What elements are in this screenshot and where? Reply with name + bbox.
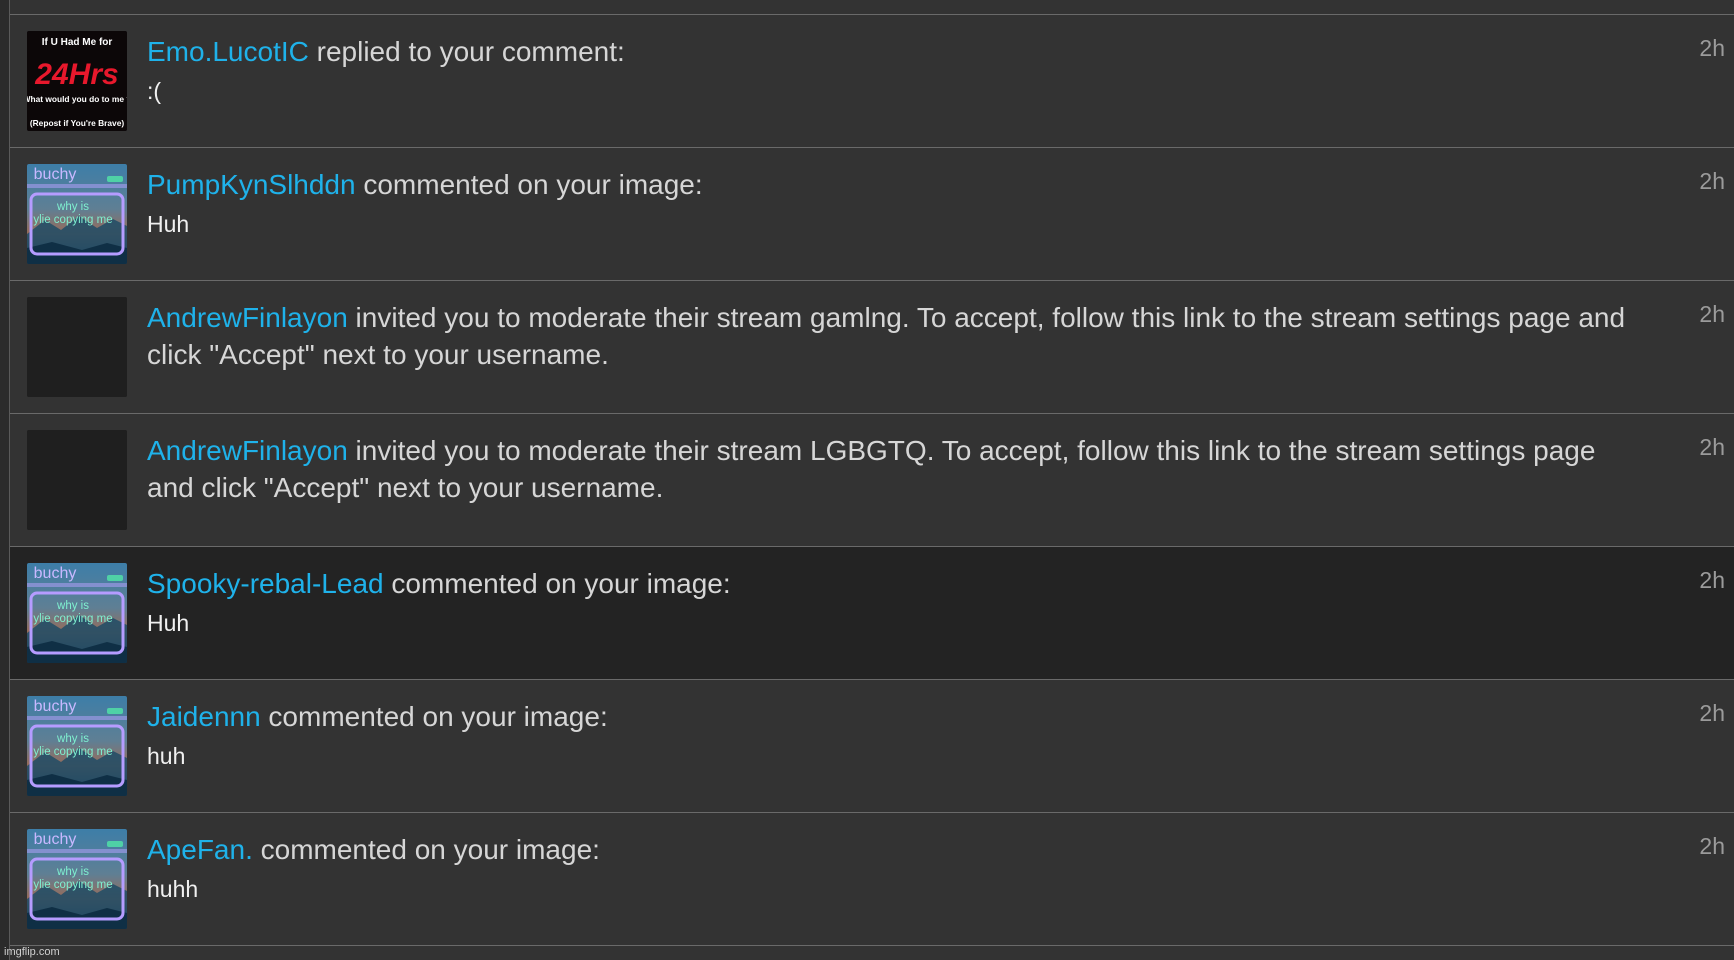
- notification-item[interactable]: AndrewFinlayon invited you to moderate t…: [10, 281, 1734, 414]
- avatar-caption: ylie copying me: [33, 879, 112, 891]
- avatar-caption: ylie copying me: [33, 613, 112, 625]
- notification-headline: AndrewFinlayon invited you to moderate t…: [147, 299, 1640, 373]
- avatar-image: buchy why isylie copying me: [27, 829, 127, 929]
- notification-text: ApeFan. commented on your image: huhh: [147, 831, 1640, 903]
- avatar[interactable]: If U Had Me for 24Hrs What would you do to…: [27, 31, 127, 131]
- notification-text: Jaidennn commented on your image: huh: [147, 698, 1640, 770]
- notification-item[interactable]: buchy why is ylie copying me ApeFan. commen…: [10, 813, 1734, 946]
- avatar-image: If U Had Me for 24Hrs What would you do to…: [27, 31, 127, 131]
- avatar-caption: 24Hrs: [34, 58, 118, 91]
- avatar-caption: why is: [56, 600, 89, 612]
- comment-text: huhh: [147, 876, 199, 902]
- comment-text: :(: [147, 78, 162, 104]
- avatar-caption: ylie copying me: [33, 746, 112, 758]
- avatar-caption: why is: [56, 201, 89, 213]
- timestamp: 2h: [1699, 301, 1725, 327]
- notification-item[interactable]: buchy why is ylie copying me PumpKynSlhddn …: [10, 148, 1734, 281]
- username-link[interactable]: Emo.LucotIC: [147, 36, 309, 67]
- feed-top-edge: [10, 0, 1734, 15]
- notification-item[interactable]: buchy why is ylie copying me Jaidennn comme…: [10, 680, 1734, 813]
- notification-headline: Jaidennn commented on your image:: [147, 698, 1640, 735]
- username-link[interactable]: PumpKynSlhddn: [147, 169, 356, 200]
- notification-text: PumpKynSlhddn commented on your image: Hu…: [147, 166, 1640, 238]
- avatar-image: [27, 297, 127, 397]
- notification-list: If U Had Me for 24Hrs What would you do to…: [10, 15, 1734, 946]
- username-link[interactable]: ApeFan.: [147, 834, 253, 865]
- avatar-caption: buchy: [34, 565, 77, 582]
- notification-action: commented on your image:: [383, 568, 731, 599]
- avatar[interactable]: buchy why is ylie copying me: [27, 563, 127, 663]
- notification-headline: PumpKynSlhddn commented on your image:: [147, 166, 1640, 203]
- notification-action: commented on your image:: [355, 169, 703, 200]
- timestamp: 2h: [1699, 700, 1725, 726]
- avatar[interactable]: buchy why is ylie copying me: [27, 164, 127, 264]
- notification-item[interactable]: If U Had Me for 24Hrs What would you do to…: [10, 15, 1734, 148]
- avatar-caption: why is: [56, 733, 89, 745]
- notification-text: AndrewFinlayon invited you to moderate t…: [147, 432, 1640, 506]
- notification-item[interactable]: AndrewFinlayon invited you to moderate t…: [10, 414, 1734, 547]
- avatar-image: buchy why isylie copying me: [27, 696, 127, 796]
- notification-action: invited you to moderate their stream LGB…: [147, 435, 1596, 503]
- timestamp: 2h: [1699, 434, 1725, 460]
- notification-headline: Emo.LucotIC replied to your comment:: [147, 33, 1640, 70]
- avatar-caption: buchy: [34, 831, 77, 848]
- comment-text: huh: [147, 743, 186, 769]
- notification-headline: ApeFan. commented on your image:: [147, 831, 1640, 868]
- avatar-caption: (Repost if You're Brave): [30, 118, 125, 128]
- avatar[interactable]: buchy why is ylie copying me: [27, 696, 127, 796]
- notification-text: Emo.LucotIC replied to your comment::(: [147, 33, 1640, 105]
- avatar[interactable]: buchy why is ylie copying me: [27, 829, 127, 929]
- notification-headline: AndrewFinlayon invited you to moderate t…: [147, 432, 1640, 506]
- notification-headline: Spooky-rebal-Lead commented on your imag…: [147, 565, 1640, 602]
- notification-action: commented on your image:: [252, 834, 600, 865]
- username-link[interactable]: Spooky-rebal-Lead: [147, 568, 384, 599]
- notification-action: invited you to moderate their stream gam…: [147, 302, 1626, 370]
- avatar-image: buchy why isylie copying me: [27, 563, 127, 663]
- notification-action: commented on your image:: [260, 701, 608, 732]
- notification-action: replied to your comment:: [308, 36, 625, 67]
- avatar-caption: What would you do to me ?: [27, 94, 127, 104]
- notification-item[interactable]: buchy why is ylie copying me Spooky-rebal-L…: [10, 547, 1734, 680]
- username-link[interactable]: Jaidennn: [147, 701, 261, 732]
- username-link[interactable]: AndrewFinlayon: [147, 302, 348, 333]
- avatar-caption: If U Had Me for: [42, 37, 113, 48]
- notification-feed: If U Had Me for 24Hrs What would you do to…: [9, 0, 1734, 960]
- avatar-caption: buchy: [34, 698, 77, 715]
- avatar-image: buchy why isylie copying me: [27, 164, 127, 264]
- comment-text: Huh: [147, 610, 190, 636]
- avatar[interactable]: [27, 297, 127, 397]
- timestamp: 2h: [1699, 35, 1725, 61]
- avatar-caption: ylie copying me: [33, 214, 112, 226]
- avatar-caption: why is: [56, 866, 89, 878]
- timestamp: 2h: [1699, 168, 1725, 194]
- timestamp: 2h: [1699, 833, 1725, 859]
- avatar[interactable]: [27, 430, 127, 530]
- notification-text: AndrewFinlayon invited you to moderate t…: [147, 299, 1640, 373]
- notification-text: Spooky-rebal-Lead commented on your imag…: [147, 565, 1640, 637]
- avatar-image: [27, 430, 127, 530]
- username-link[interactable]: AndrewFinlayon: [147, 435, 348, 466]
- comment-text: Huh: [147, 211, 190, 237]
- timestamp: 2h: [1699, 567, 1725, 593]
- avatar-caption: buchy: [34, 166, 77, 183]
- watermark: imgflip.com: [4, 946, 60, 958]
